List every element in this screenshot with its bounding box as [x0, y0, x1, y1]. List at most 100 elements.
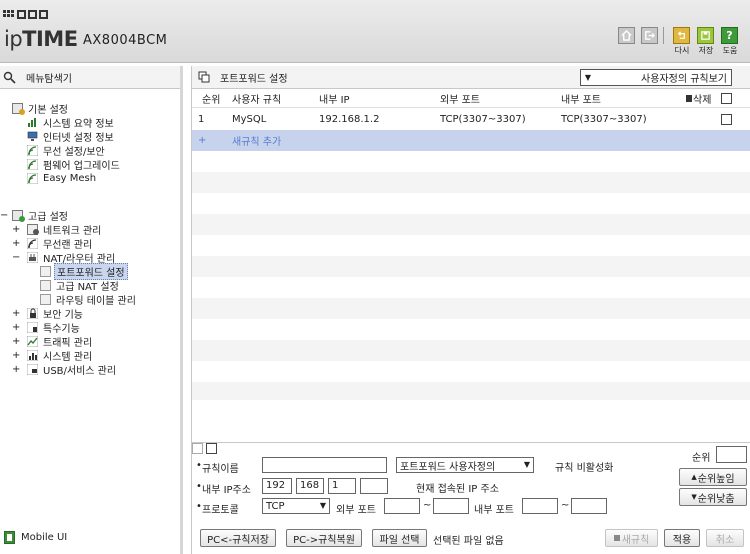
arrow-down-icon: ▼ [691, 493, 697, 501]
home-button[interactable] [618, 27, 635, 44]
rank-input[interactable] [716, 446, 747, 463]
collapse-toggle[interactable]: − [12, 251, 20, 264]
expand-toggle[interactable]: + [12, 223, 20, 236]
menu-firmware-upgrade[interactable]: 펌웨어 업그레이드 [26, 158, 122, 172]
internal-port-label: 내부 포트 [474, 505, 514, 516]
expand-toggle[interactable]: + [12, 307, 20, 320]
menu-wireless-security[interactable]: 무선 설정/보안 [26, 144, 107, 158]
logo-mark [3, 10, 48, 19]
apply-button[interactable]: 적용 [664, 529, 700, 547]
brand-logo: ipTIME [4, 27, 78, 51]
menu-security[interactable]: 보안 기능 [26, 307, 85, 321]
empty-row [192, 256, 750, 277]
menu-traffic-management[interactable]: 트래픽 관리 [26, 335, 94, 349]
ip-octet-2[interactable]: 168 [296, 478, 324, 494]
add-rule-row[interactable]: + 새규칙 추가 [192, 130, 750, 151]
menu-internet-info[interactable]: 인터넷 설정 정보 [27, 130, 116, 144]
menu-advanced-nat[interactable]: 고급 NAT 설정 [40, 279, 121, 293]
internal-port-start[interactable] [522, 498, 558, 514]
table-row[interactable]: 1 MySQL 192.168.1.2 TCP(3307~3307) TCP(3… [192, 109, 750, 130]
menu-advanced-settings[interactable]: 고급 설정 [12, 209, 70, 223]
rank-down-button[interactable]: ▼ 순위낮춤 [679, 488, 747, 506]
empty-row [192, 340, 750, 361]
mobile-ui-link[interactable]: Mobile UI [4, 531, 67, 544]
plus-icon [613, 535, 620, 541]
rule-view-select[interactable]: ▼ 사용자정의 규칙보기 [580, 69, 732, 86]
help-button[interactable]: ? [721, 27, 738, 44]
lock-icon [26, 307, 39, 320]
chart-icon [26, 349, 39, 362]
col-delete: 삭제 [686, 91, 711, 106]
chevron-down-icon: ▼ [523, 460, 530, 469]
header: ipTIME AX8004BCM 다시 저장 ? 도움 [0, 0, 750, 63]
ip-octet-3[interactable]: 1 [328, 478, 356, 494]
logout-icon [645, 31, 655, 40]
file-select-button[interactable]: 파일 선택 [372, 529, 427, 547]
preset-select[interactable]: 포트포워드 사용자정의 ▼ [396, 457, 534, 473]
ip-octet-1[interactable]: 192 [262, 478, 292, 494]
menu-routing-table[interactable]: 라우팅 테이블 관리 [40, 293, 138, 307]
empty-row [192, 235, 750, 256]
col-external-port: 외부 포트 [440, 95, 480, 106]
chevron-down-icon: ▼ [584, 73, 592, 82]
menu-wireless-management[interactable]: 무선랜 관리 [26, 237, 94, 251]
mobile-icon [4, 531, 15, 544]
arrow-up-icon: ▲ [691, 473, 697, 481]
new-rule-button[interactable]: 새규칙 [605, 529, 658, 547]
panel-title: 포트포워드 설정 [220, 73, 288, 85]
folder-settings-icon [12, 103, 25, 115]
menu-system-management[interactable]: 시스템 관리 [26, 349, 94, 363]
menu-usb-service[interactable]: USB/서비스 관리 [26, 363, 118, 377]
select-all-checkbox[interactable] [721, 93, 732, 104]
pc-restore-rules-button[interactable]: PC->규칙복원 [286, 529, 362, 547]
empty-row [192, 151, 750, 172]
menu-network-management[interactable]: 네트워크 관리 [27, 223, 103, 237]
rank-up-button[interactable]: ▲ 순위높임 [679, 468, 747, 486]
expand-toggle[interactable]: + [12, 349, 20, 362]
collapse-toggle[interactable]: − [0, 209, 8, 222]
empty-row [192, 382, 750, 400]
col-rule-name: 사용자 규칙 [232, 95, 282, 106]
redo-button[interactable] [673, 27, 690, 44]
menu-easy-mesh[interactable]: Easy Mesh [26, 172, 98, 185]
current-ip-checkbox[interactable] [206, 443, 218, 454]
cancel-button[interactable]: 취소 [706, 529, 744, 547]
disable-rule-checkbox[interactable] [192, 443, 203, 454]
search-icon [3, 71, 16, 84]
col-internal-port: 내부 포트 [561, 95, 601, 106]
menu-special-functions[interactable]: 특수기능 [26, 321, 82, 335]
save-label: 저장 [698, 46, 714, 55]
internal-ip-label: 내부 IP주소 [202, 485, 251, 496]
network-icon [27, 224, 39, 235]
expand-toggle[interactable]: + [12, 237, 20, 250]
expand-toggle[interactable]: + [12, 321, 20, 334]
menu-port-forward[interactable]: 포트포워드 설정 [40, 263, 128, 280]
logout-button[interactable] [641, 27, 658, 44]
undo-icon [677, 31, 685, 39]
empty-row [192, 361, 750, 382]
empty-row [192, 298, 750, 319]
external-port-start[interactable] [384, 498, 420, 514]
row-delete-checkbox[interactable] [721, 114, 732, 125]
menu-basic-settings[interactable]: 기본 설정 [12, 102, 70, 116]
internal-port-end[interactable] [571, 498, 607, 514]
protocol-select[interactable]: TCP ▼ [262, 498, 330, 514]
expand-toggle[interactable]: + [12, 335, 20, 348]
pc-save-rules-button[interactable]: PC<-규칙저장 [200, 529, 276, 547]
wifi-icon [26, 237, 39, 250]
wifi-icon [26, 144, 39, 157]
help-icon: ? [726, 29, 733, 42]
empty-row [192, 319, 750, 340]
file-status: 선택된 파일 없음 [433, 536, 504, 547]
external-port-end[interactable] [433, 498, 469, 514]
window-icon [198, 71, 210, 83]
port-forward-panel: 포트포워드 설정 ▼ 사용자정의 규칙보기 순위 사용자 규칙 내부 IP 외부… [191, 66, 750, 554]
help-label: 도움 [722, 46, 738, 55]
save-button[interactable] [697, 27, 714, 44]
ip-octet-4[interactable] [360, 478, 388, 494]
rule-name-input[interactable] [262, 457, 387, 473]
plus-icon: + [198, 135, 207, 146]
menu-system-summary[interactable]: 시스템 요약 정보 [27, 116, 116, 130]
expand-toggle[interactable]: + [12, 363, 20, 376]
empty-row [192, 193, 750, 214]
